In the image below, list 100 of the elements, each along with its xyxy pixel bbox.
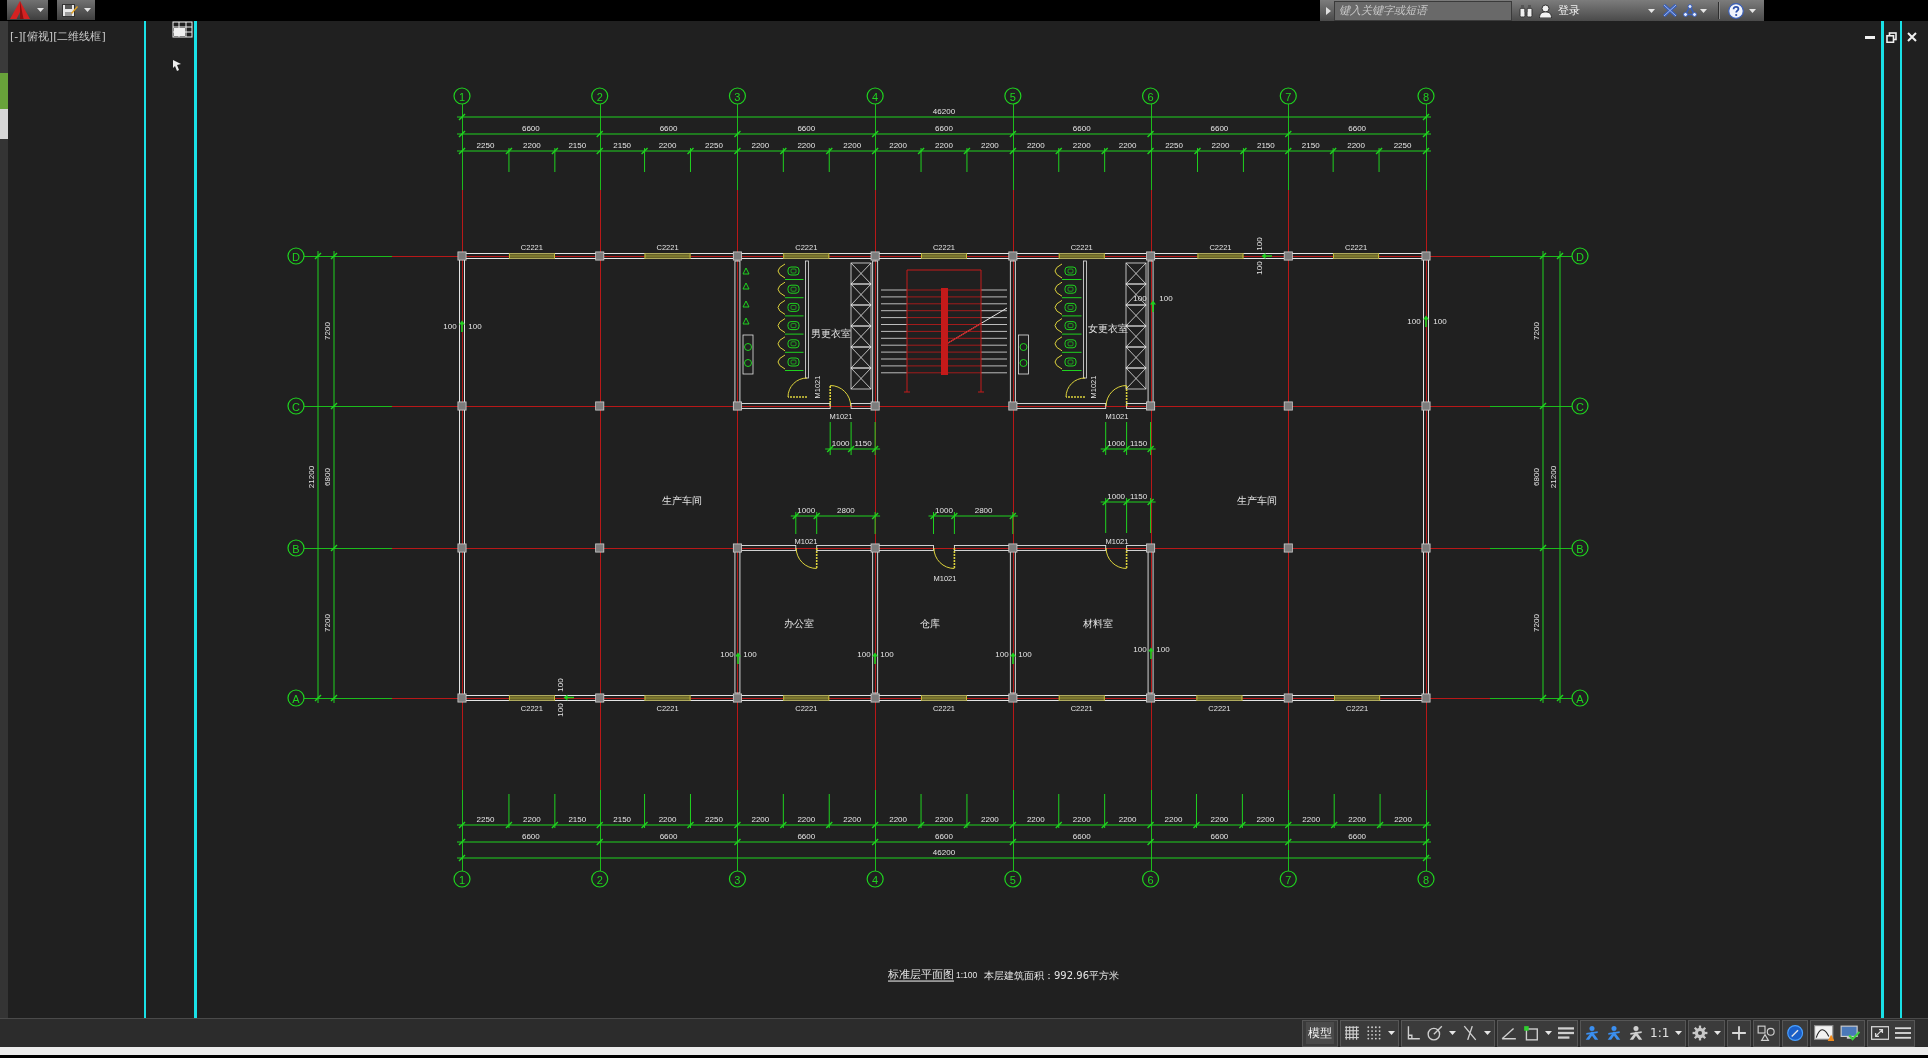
room-label: 仓库 xyxy=(920,617,940,629)
lineweight-icon[interactable] xyxy=(1558,1025,1574,1041)
dimension-text: 2200 xyxy=(658,140,677,150)
dimension-text: 100 xyxy=(1407,316,1421,326)
column xyxy=(457,401,467,411)
dial-icon[interactable] xyxy=(1785,1025,1804,1041)
object-snap-icon[interactable] xyxy=(1523,1025,1539,1041)
column xyxy=(1008,401,1018,411)
room-label: 材料室 xyxy=(1083,617,1113,629)
arrow-marker-icon xyxy=(735,652,741,664)
person-icon[interactable] xyxy=(1584,1025,1600,1041)
caret-icon[interactable] xyxy=(1714,1031,1722,1035)
arrow-marker-icon xyxy=(1150,300,1156,312)
column xyxy=(457,251,467,261)
dimension-text: 1000 xyxy=(1107,438,1126,448)
door-symbol xyxy=(1105,384,1128,407)
search-field[interactable]: 键入关键字或短语 xyxy=(1334,0,1512,21)
dimension-text: 1000 xyxy=(831,438,850,448)
ortho-icon[interactable] xyxy=(1405,1025,1421,1041)
grid-icon[interactable] xyxy=(1344,1025,1360,1041)
snap-icon[interactable] xyxy=(1366,1025,1382,1041)
door-symbol xyxy=(1065,377,1086,398)
column xyxy=(1421,251,1431,261)
caret-icon[interactable] xyxy=(1449,1031,1456,1035)
area-note: 本层建筑面积：992.96平方米 xyxy=(984,969,1119,981)
window-symbol xyxy=(644,695,691,701)
angle-icon[interactable] xyxy=(1501,1025,1517,1041)
restore-button[interactable] xyxy=(1885,31,1897,43)
column xyxy=(870,543,880,553)
dimension-text: 2250 xyxy=(476,814,495,824)
window-symbol xyxy=(1333,253,1380,259)
caret-icon[interactable] xyxy=(1484,1031,1491,1035)
window-symbol xyxy=(1334,695,1381,701)
sign-in-button[interactable]: 登录 xyxy=(1539,0,1655,21)
person-icon[interactable] xyxy=(1606,1025,1622,1041)
caret-icon[interactable] xyxy=(1675,1031,1683,1035)
annotation-scale-button[interactable]: 1:1 xyxy=(1650,1026,1670,1040)
polar-icon[interactable] xyxy=(1427,1025,1443,1041)
axis-bubble: 6 xyxy=(1141,87,1160,105)
monitor-check-icon[interactable] xyxy=(1840,1025,1861,1041)
dimension-text: 6600 xyxy=(1210,831,1229,841)
axis-bubble: 6 xyxy=(1141,870,1160,888)
axis-bubble: C xyxy=(287,397,305,415)
close-button[interactable] xyxy=(1906,31,1918,43)
dimension-line xyxy=(1100,497,1157,534)
dimension-text: 2150 xyxy=(1301,140,1320,150)
graph-warning-icon[interactable] xyxy=(1813,1025,1835,1041)
caret-icon[interactable] xyxy=(1545,1031,1552,1035)
plus-icon[interactable] xyxy=(1731,1025,1748,1041)
column xyxy=(1283,251,1293,261)
dimension-text: 6600 xyxy=(935,123,953,133)
dimension-text: 6600 xyxy=(1072,123,1091,133)
axis-bubble: 8 xyxy=(1417,87,1435,105)
dimension-text: 46200 xyxy=(932,847,956,857)
window-symbol xyxy=(921,253,967,259)
help-icon[interactable] xyxy=(1728,2,1744,19)
dimension-text: 6800 xyxy=(1531,468,1541,486)
dimension-text: 100 xyxy=(857,649,871,659)
quick-access-button[interactable] xyxy=(57,0,95,20)
model-tab[interactable]: 模型 xyxy=(1306,1022,1334,1044)
window-symbol xyxy=(1196,695,1243,701)
dimension-text: 100 xyxy=(1433,316,1447,326)
network-icon[interactable] xyxy=(1683,4,1697,17)
dimension-text: 2250 xyxy=(1165,140,1183,150)
arrow-marker-icon xyxy=(1423,315,1429,327)
binoculars-icon[interactable] xyxy=(1519,3,1533,18)
minimize-icon xyxy=(1865,35,1875,39)
column xyxy=(1283,401,1293,411)
viewport-label[interactable]: [-][俯视][二维线框] xyxy=(10,29,106,44)
person-icon[interactable] xyxy=(1628,1025,1644,1041)
axis-bubble: 4 xyxy=(866,870,884,888)
shapes-icon[interactable] xyxy=(1757,1025,1776,1041)
column xyxy=(595,543,605,553)
gear-icon[interactable] xyxy=(1692,1025,1709,1041)
caret-icon[interactable] xyxy=(1388,1031,1395,1035)
dimension-text: 100 xyxy=(880,649,894,659)
caret-right-icon xyxy=(1325,6,1331,15)
door-symbol xyxy=(1105,547,1128,570)
isodraft-icon[interactable] xyxy=(1462,1025,1478,1041)
dimension-text: 2150 xyxy=(613,140,632,150)
caret-icon[interactable] xyxy=(1700,8,1707,13)
dimension-text: 6600 xyxy=(1348,831,1367,841)
axis-bubble: 5 xyxy=(1004,870,1022,888)
dimension-text: 7200 xyxy=(322,614,332,632)
dimension-text: 2200 xyxy=(1210,814,1229,824)
caret-icon[interactable] xyxy=(1749,8,1756,13)
door-symbol xyxy=(933,547,956,570)
dimension-text: 2200 xyxy=(935,814,953,824)
dimension-text: 100 xyxy=(1254,237,1264,251)
dimension-text: 1000 xyxy=(797,505,816,515)
dimension-text: 1000 xyxy=(1107,491,1126,501)
dimension-text: 6600 xyxy=(1072,831,1091,841)
cross-icon[interactable] xyxy=(1663,4,1677,17)
fullscreen-icon[interactable] xyxy=(1871,1025,1890,1041)
restore-icon xyxy=(1885,31,1897,43)
room-label: 办公室 xyxy=(784,617,814,629)
menu-icon[interactable] xyxy=(1895,1025,1912,1041)
dimension-text: 2200 xyxy=(658,814,677,824)
dimension-text: 2200 xyxy=(1256,814,1275,824)
dimension-text: 1150 xyxy=(854,438,872,448)
